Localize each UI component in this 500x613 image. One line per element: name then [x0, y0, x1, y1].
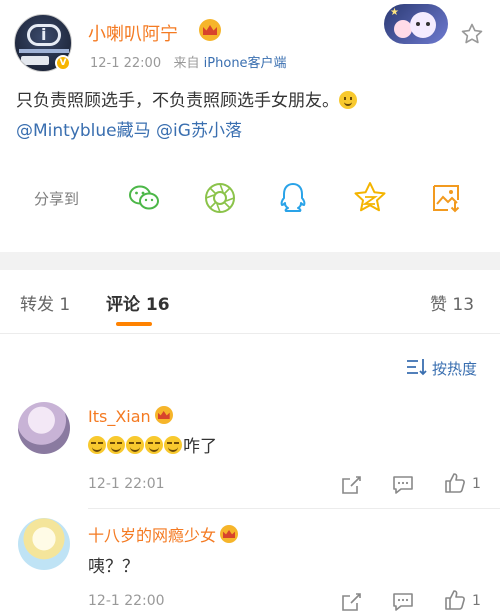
forward-icon[interactable] — [340, 474, 362, 496]
member-crown-icon — [199, 19, 221, 41]
tab-bar: 转发 1 评论 16 赞 13 — [0, 270, 500, 334]
save-image-icon[interactable] — [428, 180, 464, 216]
like-icon[interactable] — [444, 589, 466, 611]
ig-logo-icon — [27, 24, 61, 46]
mention-link[interactable]: @Mintyblue藏马 — [16, 121, 151, 141]
comment-text: 咦？？ — [88, 557, 139, 577]
wechat-icon[interactable] — [126, 180, 162, 216]
post-body: 只负责照顾选手，不负责照顾选手女朋友。 — [16, 91, 339, 111]
forward-icon[interactable] — [340, 591, 362, 613]
mention-link[interactable]: @iG苏小落 — [156, 121, 242, 141]
reply-icon[interactable] — [392, 474, 414, 496]
member-crown-icon — [220, 525, 239, 543]
like-count: 1 — [472, 476, 481, 492]
commenter-avatar[interactable] — [18, 402, 70, 454]
commenter-name[interactable]: 十八岁的网瘾少女 — [88, 522, 239, 546]
section-gap — [0, 252, 500, 270]
grin-emoji-icon — [164, 436, 182, 454]
post-source[interactable]: iPhone客户端 — [204, 56, 287, 71]
qq-icon[interactable] — [275, 180, 311, 216]
comment-time: 12-1 22:00 — [88, 593, 165, 609]
share-label: 分享到 — [34, 190, 80, 208]
like-icon[interactable] — [444, 472, 466, 494]
post-meta: 12-1 22:00 来自 iPhone客户端 — [90, 52, 287, 71]
grin-emoji-icon — [88, 436, 106, 454]
like-count: 1 — [472, 593, 481, 609]
smile-emoji-icon — [339, 91, 357, 109]
qzone-icon[interactable] — [352, 180, 388, 216]
star-icon: ★ — [390, 7, 399, 18]
tab-comments[interactable]: 评论 16 — [106, 290, 170, 315]
post-card: V 小喇叭阿宁 12-1 22:00 来自 iPhone客户端 ★ 只负责照顾选… — [0, 0, 500, 252]
verified-badge-icon: V — [55, 55, 71, 71]
comment-text: 咋了 — [88, 432, 217, 457]
commenter-avatar[interactable] — [18, 518, 70, 570]
active-tab-indicator — [116, 322, 152, 326]
reply-icon[interactable] — [392, 591, 414, 613]
member-crown-icon — [154, 406, 173, 424]
comment-divider — [88, 508, 500, 509]
source-prefix: 来自 — [173, 56, 200, 71]
sort-label: 按热度 — [432, 360, 478, 378]
grin-emoji-icon — [107, 436, 125, 454]
post-time: 12-1 22:00 — [90, 56, 162, 71]
post-text: 只负责照顾选手，不负责照顾选手女朋友。 @Mintyblue藏马 @iG苏小落 — [16, 86, 486, 146]
grin-emoji-icon — [126, 436, 144, 454]
grin-emoji-icon — [145, 436, 163, 454]
comment-time: 12-1 22:01 — [88, 476, 165, 492]
decoration-sticker: ★ — [384, 4, 448, 44]
sort-icon — [407, 359, 427, 376]
commenter-name[interactable]: Its_Xian — [88, 406, 173, 426]
moments-icon[interactable] — [202, 180, 238, 216]
author-name[interactable]: 小喇叭阿宁 — [88, 20, 178, 46]
tab-repost[interactable]: 转发 1 — [20, 290, 70, 315]
tab-likes[interactable]: 赞 13 — [430, 290, 474, 315]
star-outline-icon[interactable] — [460, 22, 484, 46]
